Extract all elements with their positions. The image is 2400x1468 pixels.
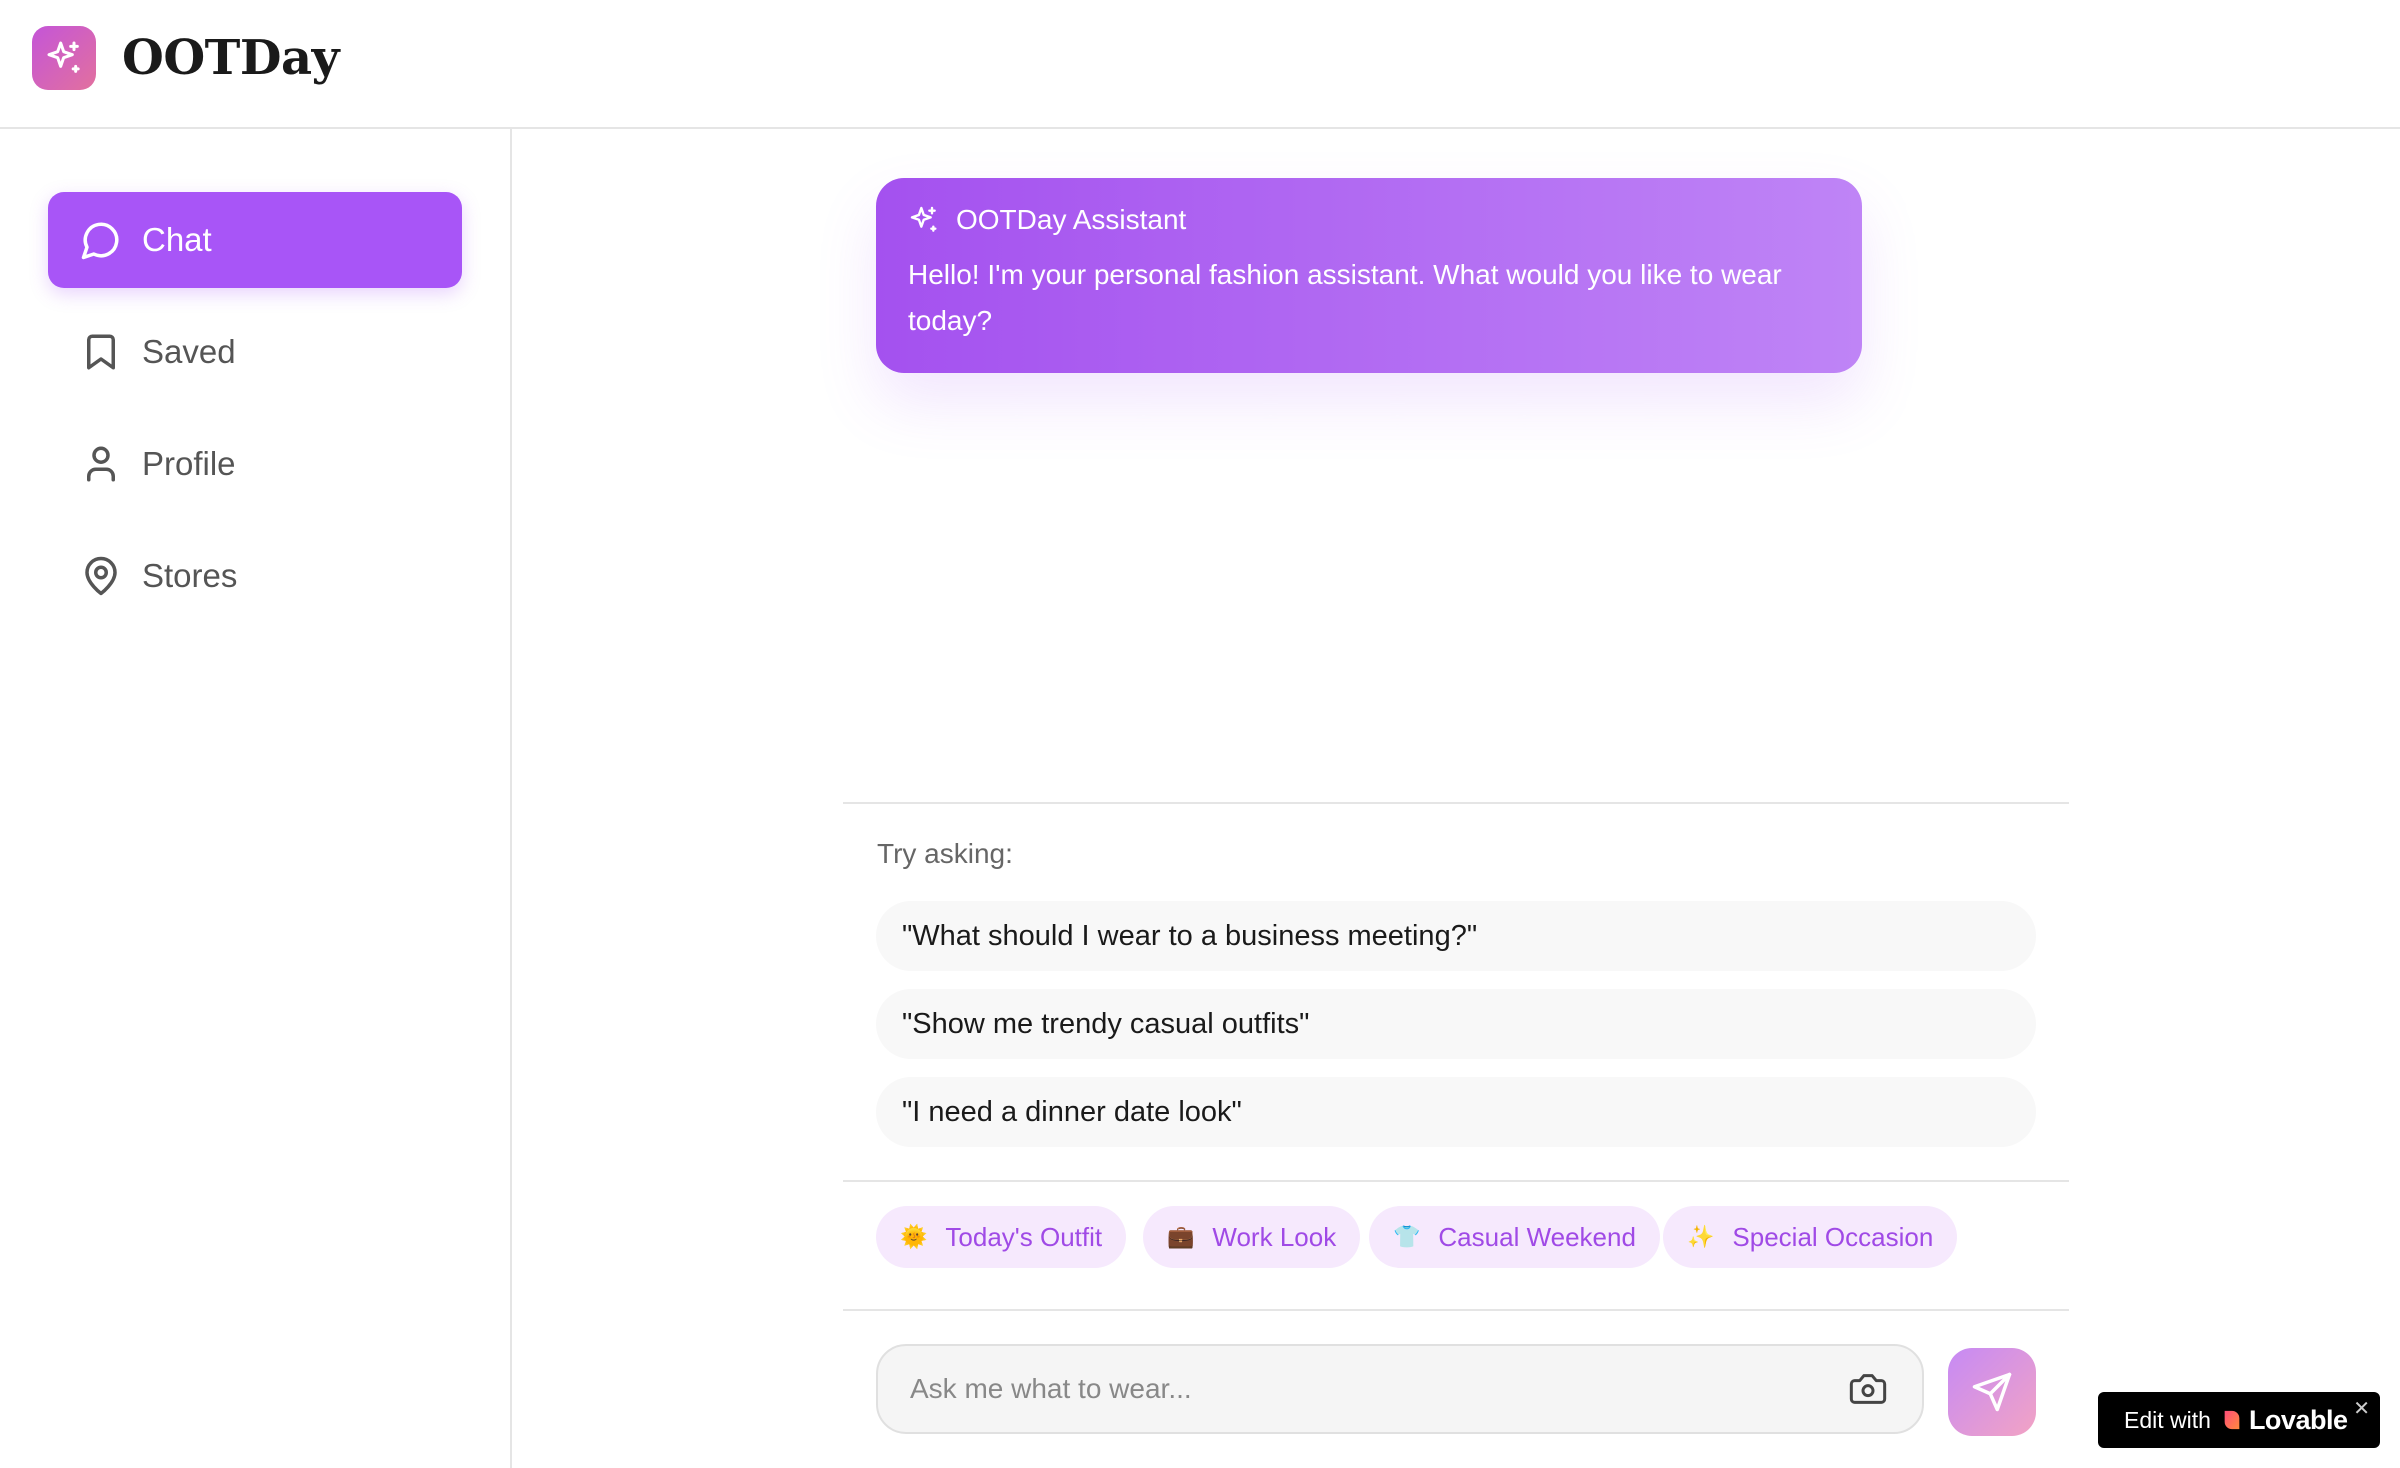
message-circle-icon bbox=[80, 219, 122, 261]
app-header: OOTDay bbox=[0, 0, 2400, 129]
user-icon bbox=[80, 443, 122, 485]
shirt-icon: 👕 bbox=[1393, 1224, 1421, 1249]
app-logo[interactable] bbox=[32, 25, 96, 90]
suggestion-item[interactable]: "Show me trendy casual outfits" bbox=[876, 989, 2036, 1059]
sparkles-icon: ✨ bbox=[1687, 1224, 1715, 1249]
close-icon[interactable]: ✕ bbox=[2353, 1396, 2370, 1421]
lovable-logo-icon bbox=[2221, 1409, 2243, 1431]
divider bbox=[843, 1180, 2069, 1182]
message-input-container bbox=[876, 1344, 1924, 1434]
sparkles-icon bbox=[47, 41, 80, 73]
chip-label: Special Occasion bbox=[1732, 1221, 1934, 1252]
sidebar-item-label: Stores bbox=[142, 557, 238, 594]
bookmark-icon bbox=[80, 331, 122, 373]
edit-with-lovable-badge[interactable]: Edit with Lovable ✕ bbox=[2098, 1392, 2380, 1448]
badge-prefix: Edit with bbox=[2124, 1406, 2211, 1433]
chip-special-occasion[interactable]: ✨ Special Occasion bbox=[1663, 1206, 1958, 1268]
chip-casual-weekend[interactable]: 👕 Casual Weekend bbox=[1369, 1206, 1660, 1268]
assistant-name: OOTDay Assistant bbox=[956, 204, 1187, 235]
suggestion-item[interactable]: "I need a dinner date look" bbox=[876, 1077, 2036, 1147]
assistant-header: OOTDay Assistant bbox=[908, 204, 1830, 236]
sparkles-icon bbox=[908, 204, 940, 236]
sidebar-item-saved[interactable]: Saved bbox=[48, 304, 462, 400]
chip-todays-outfit[interactable]: 🌞 Today's Outfit bbox=[876, 1206, 1127, 1268]
camera-icon[interactable] bbox=[1848, 1369, 1888, 1409]
sidebar-item-profile[interactable]: Profile bbox=[48, 416, 462, 512]
sidebar-item-label: Profile bbox=[142, 445, 236, 482]
badge-brand: Lovable bbox=[2248, 1404, 2348, 1435]
assistant-greeting: Hello! I'm your personal fashion assista… bbox=[908, 259, 1782, 336]
sun-icon: 🌞 bbox=[900, 1224, 928, 1249]
briefcase-icon: 💼 bbox=[1167, 1224, 1195, 1249]
sidebar-item-stores[interactable]: Stores bbox=[48, 528, 462, 624]
send-icon bbox=[1972, 1372, 2012, 1412]
divider bbox=[843, 802, 2069, 804]
chip-label: Casual Weekend bbox=[1438, 1221, 1636, 1252]
suggestion-item[interactable]: "What should I wear to a business meetin… bbox=[876, 901, 2036, 971]
suggestions-label: Try asking: bbox=[877, 838, 1013, 869]
chip-label: Work Look bbox=[1212, 1221, 1337, 1252]
sidebar-item-label: Saved bbox=[142, 333, 236, 370]
assistant-message: OOTDay Assistant Hello! I'm your persona… bbox=[876, 178, 1862, 373]
app-title: OOTDay bbox=[122, 29, 339, 86]
chip-work-look[interactable]: 💼 Work Look bbox=[1143, 1206, 1361, 1268]
message-input[interactable] bbox=[910, 1373, 1848, 1405]
map-pin-icon bbox=[80, 555, 122, 597]
sidebar-item-label: Chat bbox=[142, 221, 212, 258]
chip-label: Today's Outfit bbox=[945, 1221, 1103, 1252]
send-button[interactable] bbox=[1948, 1348, 2036, 1436]
sidebar-item-chat[interactable]: Chat bbox=[48, 192, 462, 288]
sidebar: Chat Saved Profile Stores bbox=[0, 129, 512, 1468]
divider bbox=[843, 1309, 2069, 1311]
